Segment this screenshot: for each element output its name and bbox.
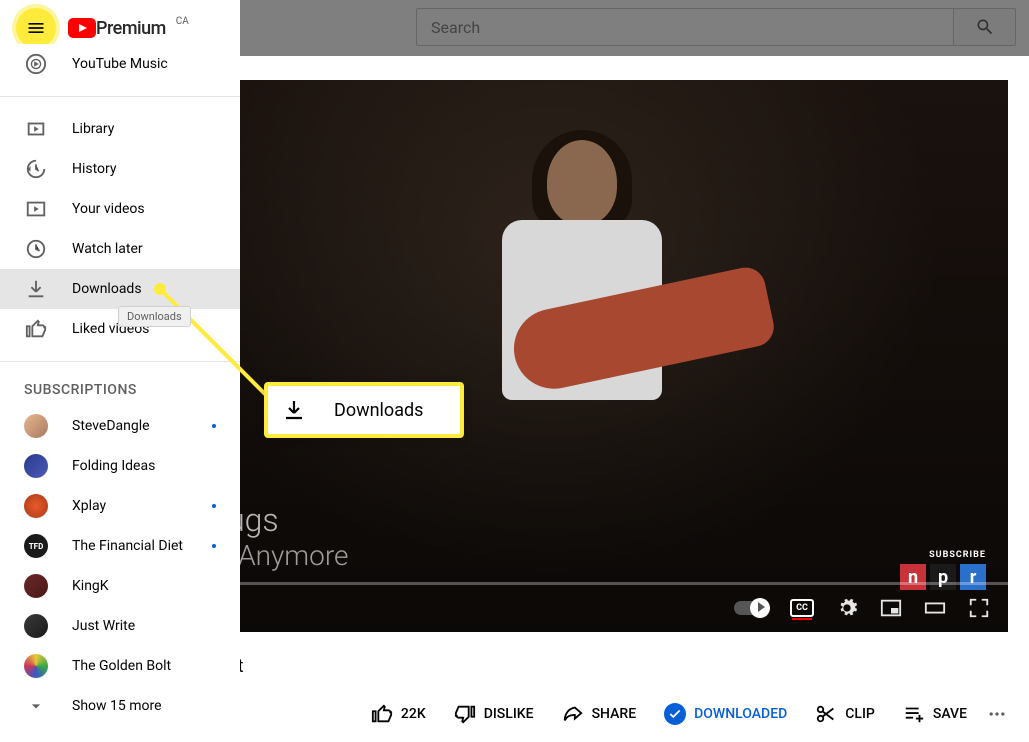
subscription-just-write[interactable]: Just Write — [0, 606, 240, 646]
subscriptions-heading: SUBSCRIPTIONS — [0, 374, 240, 406]
sidebar-item-label: Watch later — [72, 241, 143, 257]
watch-later-icon — [24, 237, 48, 261]
sidebar-item-label: Library — [72, 121, 114, 137]
dislike-button[interactable]: DISLIKE — [444, 695, 544, 733]
thumbs-up-icon — [371, 703, 393, 725]
sidebar-item-label: YouTube Music — [72, 56, 168, 72]
scissors-icon — [815, 703, 837, 725]
share-button[interactable]: SHARE — [552, 695, 647, 733]
subscription-label: SteveDangle — [72, 418, 212, 434]
divider — [0, 361, 240, 362]
music-icon — [24, 52, 48, 76]
avatar: TFD — [24, 534, 48, 558]
share-label: SHARE — [592, 706, 637, 722]
npr-subscribe: SUBSCRIBE — [929, 550, 986, 560]
download-icon — [24, 277, 48, 301]
more-actions-button[interactable] — [985, 702, 1009, 726]
share-icon — [562, 703, 584, 725]
new-dot-icon — [212, 504, 216, 508]
video-frame-content — [482, 140, 682, 450]
subscription-kingk[interactable]: KingK — [0, 566, 240, 606]
sidebar-item-label: History — [72, 161, 117, 177]
hamburger-icon — [26, 18, 46, 38]
subscription-xplay[interactable]: Xplay — [0, 486, 240, 526]
save-label: SAVE — [933, 706, 967, 722]
callout-downloads: Downloads — [264, 382, 464, 438]
autoplay-toggle[interactable] — [734, 601, 768, 615]
new-dot-icon — [212, 544, 216, 548]
subscription-show-more[interactable]: Show 15 more — [0, 686, 240, 726]
downloaded-label: DOWNLOADED — [694, 706, 787, 722]
sidebar-item-label: Downloads — [72, 281, 142, 297]
like-button[interactable]: 22K — [361, 695, 436, 733]
avatar — [24, 414, 48, 438]
sidebar-item-downloads[interactable]: Downloads — [0, 269, 240, 309]
clip-button[interactable]: CLIP — [805, 695, 885, 733]
more-horizontal-icon — [987, 704, 1007, 724]
check-icon — [664, 703, 686, 725]
settings-icon[interactable] — [836, 597, 858, 619]
new-dot-icon — [212, 424, 216, 428]
subscription-label: KingK — [72, 578, 216, 594]
play-logo-icon — [68, 18, 96, 38]
history-icon — [24, 157, 48, 181]
dislike-label: DISLIKE — [484, 706, 534, 722]
sidebar-item-your-videos[interactable]: Your videos — [0, 189, 240, 229]
chevron-down-icon — [24, 694, 48, 718]
playlist-add-icon — [903, 703, 925, 725]
dim-overlay — [240, 0, 1029, 56]
subscription-financial-diet[interactable]: TFD The Financial Diet — [0, 526, 240, 566]
tooltip-downloads: Downloads — [118, 306, 191, 327]
sidebar-item-library[interactable]: Library — [0, 109, 240, 149]
theater-icon[interactable] — [924, 597, 946, 619]
clip-label: CLIP — [845, 706, 875, 722]
downloaded-button[interactable]: DOWNLOADED — [654, 695, 797, 733]
miniplayer-icon[interactable] — [880, 597, 902, 619]
like-icon — [24, 317, 48, 341]
subscription-label: Just Write — [72, 618, 216, 634]
avatar — [24, 494, 48, 518]
library-icon — [24, 117, 48, 141]
divider — [0, 96, 240, 97]
sidebar-item-watch-later[interactable]: Watch later — [0, 229, 240, 269]
sidebar-item-label: Your videos — [72, 201, 145, 217]
save-button[interactable]: SAVE — [893, 695, 977, 733]
subscription-label: Folding Ideas — [72, 458, 216, 474]
subscription-stevedangle[interactable]: SteveDangle — [0, 406, 240, 446]
avatar — [24, 654, 48, 678]
cc-button[interactable]: CC — [790, 599, 814, 617]
subscription-label: Xplay — [72, 498, 212, 514]
fullscreen-icon[interactable] — [968, 597, 990, 619]
avatar — [24, 614, 48, 638]
avatar — [24, 574, 48, 598]
subscription-label: The Golden Bolt — [72, 658, 216, 674]
premium-label: Premium — [96, 18, 166, 39]
avatar — [24, 454, 48, 478]
youtube-logo[interactable]: Premium — [68, 18, 166, 39]
download-icon — [282, 398, 306, 422]
sidebar-item-history[interactable]: History — [0, 149, 240, 189]
like-count: 22K — [401, 706, 426, 722]
callout-label: Downloads — [334, 400, 423, 421]
subscription-label: The Financial Diet — [72, 538, 212, 554]
your-videos-icon — [24, 197, 48, 221]
subscription-folding-ideas[interactable]: Folding Ideas — [0, 446, 240, 486]
thumbs-down-icon — [454, 703, 476, 725]
show-more-label: Show 15 more — [72, 698, 216, 714]
menu-button[interactable] — [16, 8, 56, 48]
subscription-golden-bolt[interactable]: The Golden Bolt — [0, 646, 240, 686]
sidebar-item-youtube-music[interactable]: YouTube Music — [0, 44, 240, 84]
region-label: CA — [176, 16, 189, 27]
sidebar[interactable]: YouTube Music Library History Your video… — [0, 44, 240, 742]
